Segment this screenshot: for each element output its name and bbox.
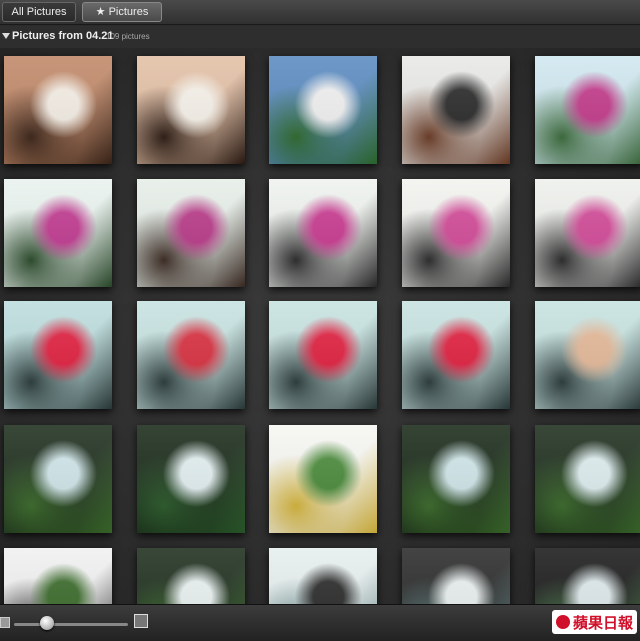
photo-thumbnail[interactable] bbox=[137, 56, 245, 164]
photo-thumbnail[interactable] bbox=[269, 425, 377, 533]
bottom-bar bbox=[0, 604, 640, 641]
toolbar: All Pictures ★ Pictures bbox=[0, 0, 640, 25]
disclosure-triangle-icon[interactable] bbox=[2, 33, 10, 39]
photo-thumbnail[interactable] bbox=[535, 548, 640, 604]
photo-thumbnail[interactable] bbox=[4, 56, 112, 164]
photo-thumbnail[interactable] bbox=[402, 425, 510, 533]
photo-thumbnail[interactable] bbox=[269, 56, 377, 164]
photo-thumbnail[interactable] bbox=[535, 425, 640, 533]
photo-thumbnail[interactable] bbox=[4, 179, 112, 287]
watermark-logo: 蘋果日報 bbox=[552, 610, 638, 634]
tab-starred-pictures[interactable]: ★ Pictures bbox=[82, 2, 162, 22]
zoom-slider-knob[interactable] bbox=[40, 616, 54, 630]
large-photo-icon bbox=[134, 614, 148, 628]
album-title: Pictures from 04.21 bbox=[12, 30, 114, 42]
photo-thumbnail[interactable] bbox=[402, 548, 510, 604]
watermark-text: 蘋果日報 bbox=[573, 613, 634, 632]
photo-thumbnail[interactable] bbox=[269, 301, 377, 409]
photo-thumbnail[interactable] bbox=[535, 179, 640, 287]
photo-thumbnail[interactable] bbox=[137, 301, 245, 409]
zoom-slider-track[interactable] bbox=[14, 623, 128, 626]
photo-thumbnail[interactable] bbox=[269, 548, 377, 604]
photo-thumbnail[interactable] bbox=[4, 548, 112, 604]
photo-thumbnail[interactable] bbox=[4, 425, 112, 533]
photo-thumbnail[interactable] bbox=[269, 179, 377, 287]
photo-thumbnail[interactable] bbox=[137, 548, 245, 604]
photo-thumbnail[interactable] bbox=[402, 56, 510, 164]
photo-thumbnail[interactable] bbox=[4, 301, 112, 409]
photo-thumbnail[interactable] bbox=[535, 56, 640, 164]
photo-thumbnail[interactable] bbox=[402, 301, 510, 409]
album-header: Pictures from 04.21 109 pictures bbox=[0, 26, 640, 48]
album-count: 109 pictures bbox=[106, 32, 150, 41]
small-photo-icon bbox=[0, 617, 10, 628]
apple-logo-icon bbox=[556, 615, 570, 629]
photo-thumbnail[interactable] bbox=[137, 425, 245, 533]
photo-thumbnail[interactable] bbox=[402, 179, 510, 287]
tab-all-pictures[interactable]: All Pictures bbox=[2, 2, 76, 22]
photo-thumbnail[interactable] bbox=[137, 179, 245, 287]
photo-thumbnail[interactable] bbox=[535, 301, 640, 409]
photo-grid bbox=[0, 48, 640, 604]
